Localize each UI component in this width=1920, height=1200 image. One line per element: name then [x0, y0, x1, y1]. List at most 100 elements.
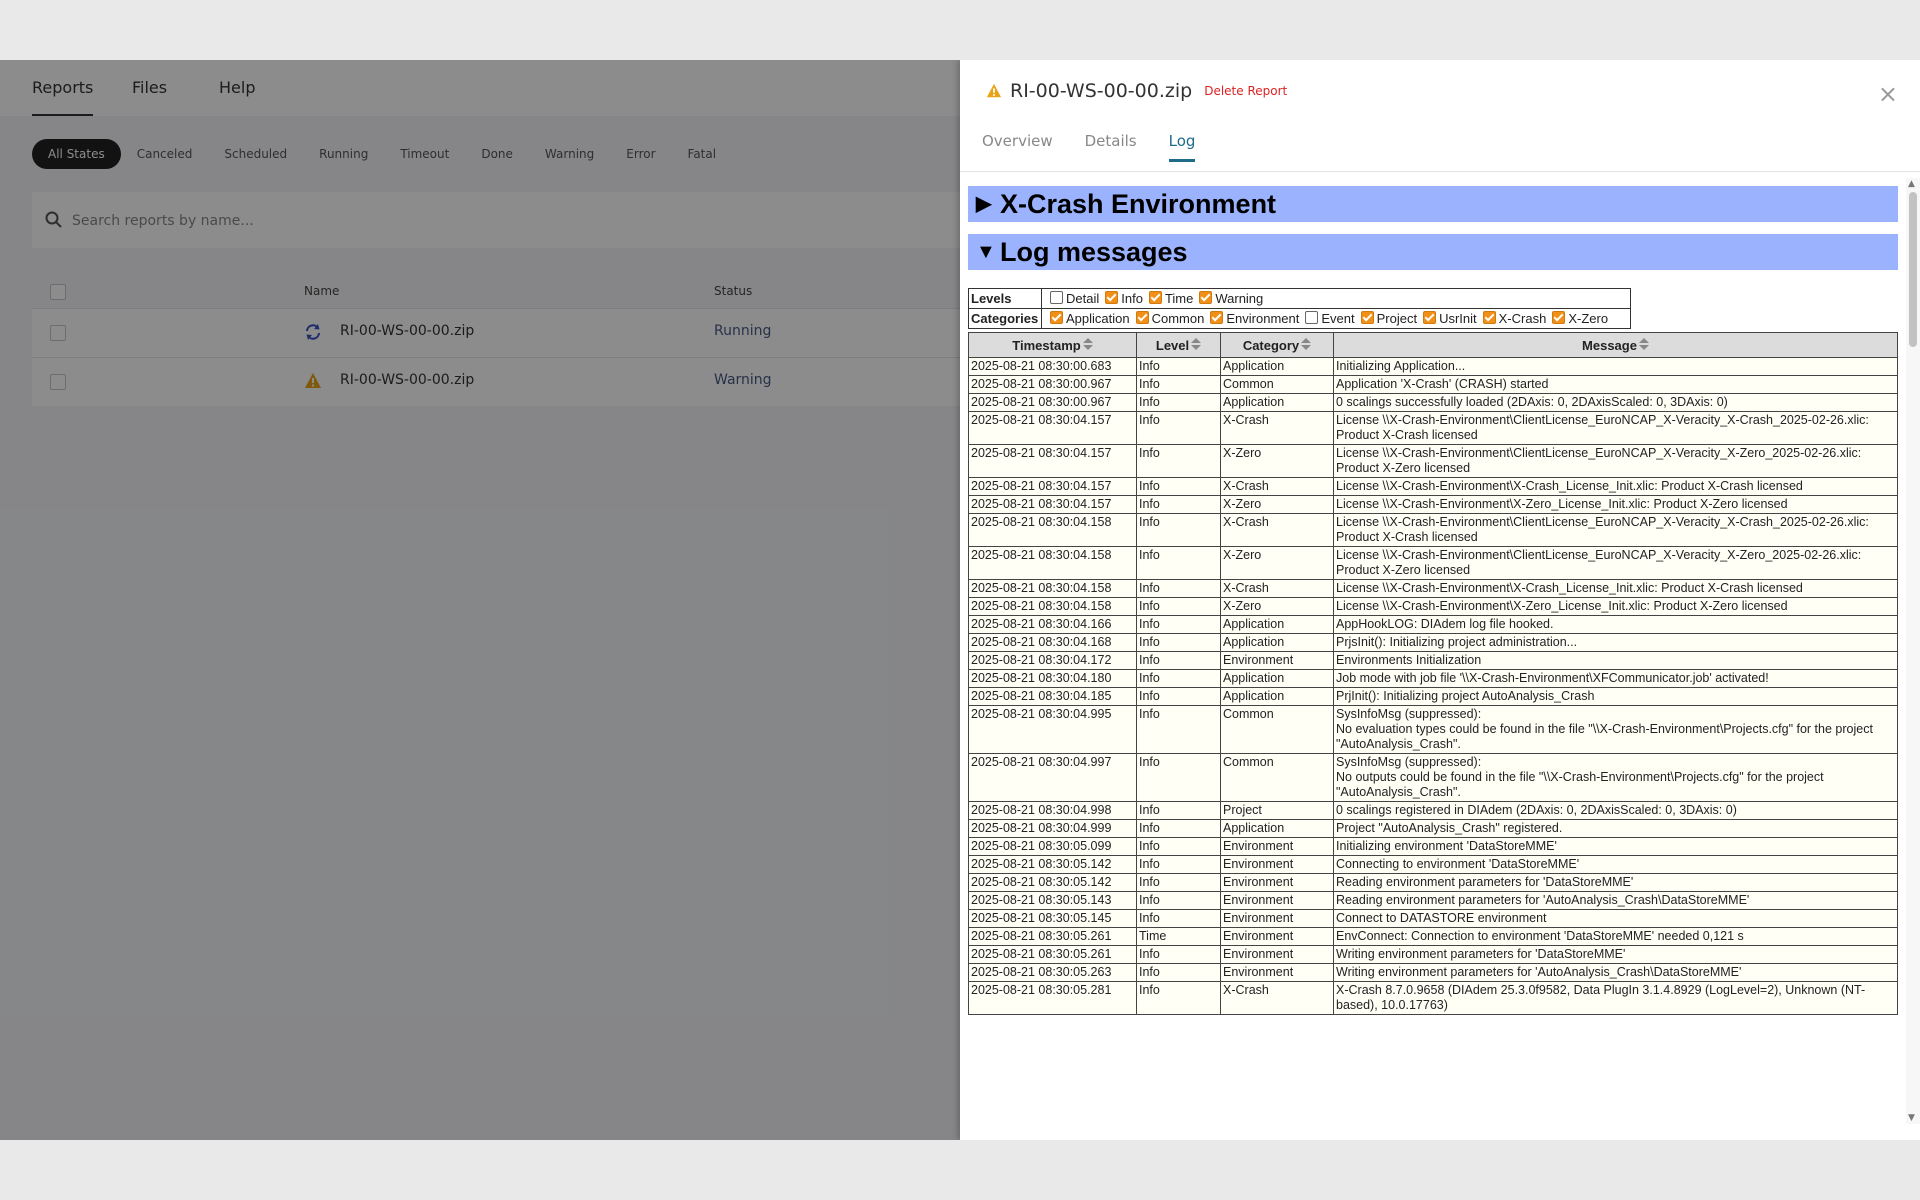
log-row: 2025-08-21 08:30:04.180 Info Application Jo… [968, 669, 1898, 688]
log-timestamp: 2025-08-21 08:30:04.185 [968, 687, 1137, 706]
category-checkbox[interactable] [1482, 311, 1496, 324]
column-category[interactable]: Category [1220, 332, 1334, 358]
reports-app: Reports Files Help All States Canceled S… [0, 60, 960, 1140]
log-category: Environment [1220, 873, 1334, 892]
log-row: 2025-08-21 08:30:04.157 Info X-Crash Licens… [968, 477, 1898, 496]
log-message: Writing environment parameters for 'Auto… [1333, 963, 1898, 982]
log-message: Environments Initialization [1333, 651, 1898, 670]
log-timestamp: 2025-08-21 08:30:04.180 [968, 669, 1137, 688]
level-checkbox[interactable] [1148, 291, 1162, 304]
level-checkbox[interactable] [1050, 291, 1063, 304]
category-label: Environment [1226, 311, 1300, 326]
log-category: Application [1220, 393, 1334, 412]
category-label: Event [1321, 311, 1355, 326]
level-label: Time [1164, 291, 1194, 306]
sort-icon[interactable] [1191, 337, 1202, 352]
log-level: Info [1136, 615, 1221, 634]
log-category: Application [1220, 633, 1334, 652]
log-timestamp: 2025-08-21 08:30:04.168 [968, 633, 1137, 652]
category-checkbox[interactable] [1305, 311, 1319, 324]
section-log-messages[interactable]: ▼ Log messages [968, 234, 1898, 270]
log-level: Info [1136, 357, 1221, 376]
log-viewer[interactable]: ▶ X-Crash Environment ▼ Log messages Lev… [960, 178, 1920, 1140]
level-label: Warning [1215, 291, 1264, 306]
log-message: SysInfoMsg (suppressed): No outputs coul… [1333, 753, 1898, 802]
level-label: Detail [1066, 291, 1100, 306]
tab-log[interactable]: Log [1168, 132, 1196, 162]
log-category: Environment [1220, 963, 1334, 982]
category-checkbox[interactable] [1135, 311, 1149, 324]
column-label: Category [1242, 337, 1300, 353]
log-level: Info [1136, 855, 1221, 874]
section-title: Log messages [1000, 237, 1188, 267]
section-xcrash-environment[interactable]: ▶ X-Crash Environment [968, 186, 1898, 222]
log-timestamp: 2025-08-21 08:30:00.967 [968, 393, 1137, 412]
log-message: Project "AutoAnalysis_Crash" registered. [1333, 819, 1898, 838]
sort-icon[interactable] [1082, 337, 1093, 352]
close-icon[interactable]: × [1878, 82, 1898, 106]
expand-triangle-icon: ▶ [976, 193, 992, 215]
delete-report-button[interactable]: Delete Report [1204, 84, 1287, 98]
log-message: License \\X-Crash-Environment\X-Zero_Lic… [1333, 495, 1898, 514]
log-entries: 2025-08-21 08:30:00.683 Info Application In… [968, 357, 1898, 1015]
log-row: 2025-08-21 08:30:04.158 Info X-Zero License… [968, 597, 1898, 616]
log-row: 2025-08-21 08:30:04.157 Info X-Zero License… [968, 444, 1898, 478]
log-timestamp: 2025-08-21 08:30:04.998 [968, 801, 1137, 820]
log-row: 2025-08-21 08:30:04.166 Info Application Ap… [968, 615, 1898, 634]
log-message: License \\X-Crash-Environment\ClientLice… [1333, 444, 1898, 478]
section-title: X-Crash Environment [1000, 189, 1277, 219]
column-message[interactable]: Message [1333, 332, 1898, 358]
tab-divider [960, 171, 1920, 172]
category-checkbox[interactable] [1360, 311, 1374, 324]
level-checkbox[interactable] [1105, 291, 1119, 304]
log-timestamp: 2025-08-21 08:30:04.157 [968, 477, 1137, 496]
log-row: 2025-08-21 08:30:04.999 Info Application Pr… [968, 819, 1898, 838]
tab-overview[interactable]: Overview [982, 132, 1053, 162]
app-window: Reports Files Help All States Canceled S… [0, 60, 1920, 1140]
log-timestamp: 2025-08-21 08:30:05.261 [968, 945, 1137, 964]
warning-icon [986, 83, 1002, 98]
log-timestamp: 2025-08-21 08:30:05.261 [968, 927, 1137, 946]
log-category: Project [1220, 801, 1334, 820]
log-message: Connecting to environment 'DataStoreMME' [1333, 855, 1898, 874]
log-level: Info [1136, 753, 1221, 802]
modal-backdrop[interactable] [0, 60, 960, 1140]
sort-icon[interactable] [1638, 337, 1649, 352]
log-timestamp: 2025-08-21 08:30:00.967 [968, 375, 1137, 394]
log-category: Application [1220, 819, 1334, 838]
level-checkbox[interactable] [1199, 291, 1213, 304]
log-level: Info [1136, 477, 1221, 496]
log-timestamp: 2025-08-21 08:30:04.997 [968, 753, 1137, 802]
log-row: 2025-08-21 08:30:04.168 Info Application Pr… [968, 633, 1898, 652]
category-checkbox[interactable] [1210, 311, 1224, 324]
column-level[interactable]: Level [1136, 332, 1221, 358]
log-category: X-Zero [1220, 546, 1334, 580]
tab-details[interactable]: Details [1085, 132, 1137, 162]
log-category: X-Zero [1220, 495, 1334, 514]
log-level: Info [1136, 819, 1221, 838]
log-message: Initializing environment 'DataStoreMME' [1333, 837, 1898, 856]
log-category: Environment [1220, 945, 1334, 964]
log-timestamp: 2025-08-21 08:30:04.158 [968, 546, 1137, 580]
log-filters: Levels Detail Info Time Warning Categories … [968, 288, 1631, 329]
log-timestamp: 2025-08-21 08:30:00.683 [968, 357, 1137, 376]
log-timestamp: 2025-08-21 08:30:05.281 [968, 981, 1137, 1015]
log-level: Info [1136, 801, 1221, 820]
log-timestamp: 2025-08-21 08:30:04.158 [968, 513, 1137, 547]
log-message: Job mode with job file '\\X-Crash-Enviro… [1333, 669, 1898, 688]
category-checkbox[interactable] [1423, 311, 1437, 324]
category-checkbox[interactable] [1552, 311, 1566, 324]
log-level: Info [1136, 909, 1221, 928]
log-content: ▶ X-Crash Environment ▼ Log messages Lev… [968, 178, 1898, 1015]
scroll-up-icon[interactable]: ▲ [1908, 179, 1915, 189]
log-scrollbar[interactable]: ▲ ▼ [1906, 178, 1920, 1124]
scroll-down-icon[interactable]: ▼ [1908, 1113, 1915, 1123]
category-checkbox[interactable] [1050, 311, 1063, 324]
column-timestamp[interactable]: Timestamp [968, 332, 1137, 358]
sort-icon[interactable] [1301, 337, 1312, 352]
log-category: Application [1220, 687, 1334, 706]
report-drawer: RI-00-WS-00-00.zip Delete Report × Overv… [960, 60, 1920, 1140]
category-label: Common [1151, 311, 1205, 326]
scroll-thumb[interactable] [1909, 192, 1917, 347]
log-timestamp: 2025-08-21 08:30:04.157 [968, 495, 1137, 514]
